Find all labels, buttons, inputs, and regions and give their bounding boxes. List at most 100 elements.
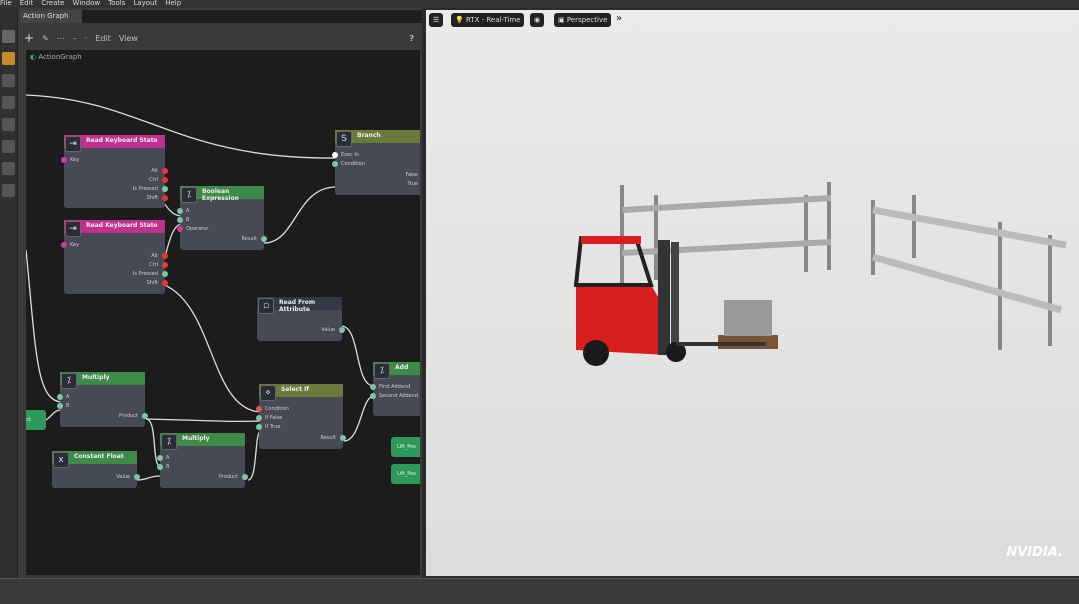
input-port[interactable] — [177, 226, 183, 232]
output-label: Value — [321, 327, 335, 333]
node-add[interactable]: ⁒ Add First Addend Second Addend — [370, 362, 420, 416]
input-port[interactable] — [332, 161, 338, 167]
output-port[interactable] — [162, 262, 168, 268]
output-label: Is Pressed — [132, 186, 158, 192]
rotate-tool-icon[interactable] — [2, 96, 15, 109]
menu-bar: File Edit Create Window Tools Layout Help — [0, 0, 1079, 8]
wire — [263, 186, 337, 244]
node-rks1[interactable]: ⇥ Read Keyboard State Key Alt Ctrl Is Pressed… — [61, 135, 168, 208]
align-icon[interactable]: – — [73, 34, 77, 43]
input-port[interactable] — [256, 415, 262, 421]
scale-tool-icon[interactable] — [2, 118, 15, 131]
input-port[interactable] — [256, 424, 262, 430]
input-label: B — [166, 464, 170, 470]
edit-pencil-icon[interactable]: ✎ — [42, 34, 49, 43]
input-port[interactable] — [256, 406, 262, 412]
output-label: False — [405, 172, 418, 178]
node-icon: ▫ — [258, 298, 274, 314]
move-tool-icon[interactable] — [2, 74, 15, 87]
input-label: Operator — [186, 226, 209, 232]
output-port[interactable] — [162, 271, 168, 277]
input-port[interactable] — [177, 208, 183, 214]
forklift — [573, 236, 778, 366]
input-label: Second Addend — [379, 393, 419, 399]
input-port[interactable] — [61, 157, 67, 163]
view-menu[interactable]: View — [119, 34, 138, 43]
input-port[interactable] — [157, 464, 163, 470]
output-port[interactable] — [142, 413, 148, 419]
output-port[interactable] — [261, 236, 267, 242]
menu-file[interactable]: File — [0, 0, 12, 8]
node-mul1[interactable]: ⁒ Multiply A B Product — [57, 372, 148, 427]
input-label: A — [186, 208, 190, 214]
node-icon: ⇥ — [65, 136, 81, 152]
menu-create[interactable]: Create — [41, 0, 64, 8]
help-button[interactable]: ? — [409, 34, 414, 43]
input-port[interactable] — [177, 217, 183, 223]
input-port[interactable] — [332, 152, 338, 158]
output-label: Ctrl — [149, 177, 158, 183]
nvidia-logo: NVIDIA. — [1006, 545, 1063, 560]
graph-toolbar: + ✎ ⋯ – · Edit View ? — [18, 28, 422, 48]
output-port[interactable] — [162, 186, 168, 192]
output-port[interactable] — [242, 474, 248, 480]
input-label: First Addend — [379, 384, 411, 390]
node-rks2[interactable]: ⇥ Read Keyboard State Key Alt Ctrl Is Pressed… — [61, 220, 168, 294]
dot-icon[interactable]: · — [85, 34, 88, 43]
output-label: Alt — [151, 168, 158, 174]
input-port[interactable] — [57, 403, 63, 409]
edit-menu[interactable]: Edit — [95, 34, 111, 43]
output-port[interactable] — [340, 435, 346, 441]
node-branch[interactable]: S Branch Exec In Condition False True — [332, 130, 420, 195]
node-icon: ⁒ — [181, 187, 197, 203]
node-lift1[interactable]: Lift_Pos — [391, 437, 420, 457]
menu-edit[interactable]: Edit — [20, 0, 34, 8]
output-port[interactable] — [162, 195, 168, 201]
output-port[interactable] — [339, 327, 345, 333]
output-label: Shift — [146, 280, 158, 286]
input-port[interactable] — [370, 393, 376, 399]
node-icon: ⁒ — [61, 373, 77, 389]
output-port[interactable] — [134, 474, 140, 480]
left-toolbar — [0, 8, 18, 578]
input-label: Condition — [341, 161, 365, 167]
input-label: Key — [70, 157, 80, 163]
node-lift2[interactable]: Lift_Pos — [391, 464, 420, 484]
input-label: B — [186, 217, 190, 223]
menu-window[interactable]: Window — [73, 0, 101, 8]
add-icon[interactable]: + — [24, 31, 34, 45]
output-port[interactable] — [162, 177, 168, 183]
node-sel[interactable]: ⋄ Select If Condition If False If True Result — [256, 384, 346, 449]
output-label: Product — [219, 474, 238, 480]
node-cf[interactable]: x Constant Float Value — [52, 451, 140, 488]
node-icon: x — [53, 452, 69, 468]
input-port[interactable] — [370, 384, 376, 390]
node-rfa[interactable]: ▫ Read From Attribute Value — [257, 297, 345, 341]
output-label: Shift — [146, 195, 158, 201]
menu-layout[interactable]: Layout — [133, 0, 157, 8]
output-port[interactable] — [162, 280, 168, 286]
layout-icon[interactable]: ⋯ — [57, 34, 65, 43]
menu-help[interactable]: Help — [165, 0, 181, 8]
tab-action-graph[interactable]: Action Graph — [20, 10, 82, 23]
node-prod[interactable]: Product — [26, 410, 46, 430]
output-label: True — [407, 181, 418, 187]
input-port[interactable] — [57, 394, 63, 400]
output-port[interactable] — [162, 168, 168, 174]
graph-canvas[interactable]: ◐ ActionGraph ⇥ Read Keyboard State Key Alt… — [26, 50, 420, 575]
stop-tool-icon[interactable] — [2, 184, 15, 197]
pointer-tool-icon[interactable] — [2, 52, 15, 65]
input-port[interactable] — [157, 455, 163, 461]
output-port[interactable] — [162, 253, 168, 259]
node-mul2[interactable]: ⁒ Multiply A B Product — [157, 433, 248, 488]
node-bool[interactable]: ⁒ Boolean Expression A B Operator Result — [177, 186, 267, 250]
viewport[interactable]: ☰ 💡 RTX - Real-Time ◉ ▣ Perspective » NV… — [426, 10, 1079, 576]
select-tool-icon[interactable] — [2, 30, 15, 43]
input-label: A — [166, 455, 170, 461]
input-port[interactable] — [61, 242, 67, 248]
node-icon: ⋄ — [260, 385, 276, 401]
play-tool-icon[interactable] — [2, 162, 15, 175]
snap-tool-icon[interactable] — [2, 140, 15, 153]
menu-tools[interactable]: Tools — [108, 0, 125, 8]
output-label: Alt — [151, 253, 158, 259]
